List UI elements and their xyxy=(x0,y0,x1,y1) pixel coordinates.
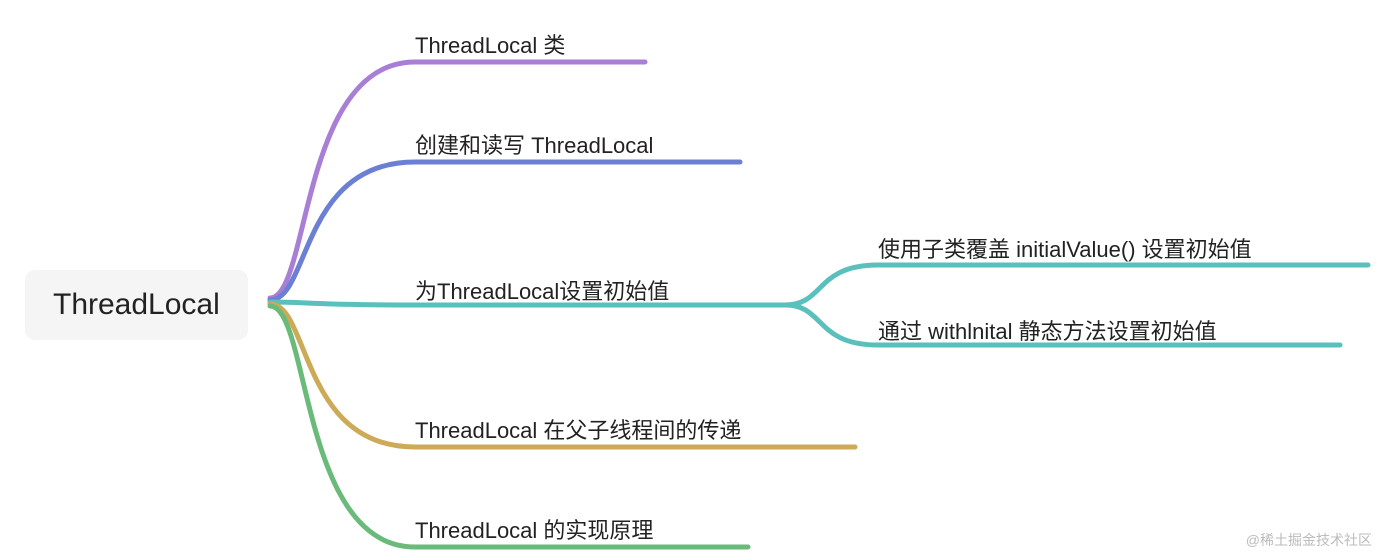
branch-child-label[interactable]: 通过 withlnital 静态方法设置初始值 xyxy=(878,314,1217,346)
branch-label[interactable]: ThreadLocal 的实现原理 xyxy=(415,513,653,545)
watermark: @稀土掘金技术社区 xyxy=(1246,530,1372,550)
root-node[interactable]: ThreadLocal xyxy=(25,270,248,340)
branch-label[interactable]: 创建和读写 ThreadLocal xyxy=(415,128,653,160)
branch-label[interactable]: 为ThreadLocal设置初始值 xyxy=(415,274,669,306)
mindmap-container: ThreadLocal ThreadLocal 类 创建和读写 ThreadLo… xyxy=(0,0,1392,560)
branch-label[interactable]: ThreadLocal 在父子线程间的传递 xyxy=(415,413,741,445)
branch-child-label[interactable]: 使用子类覆盖 initialValue() 设置初始值 xyxy=(878,232,1252,264)
branch-connector xyxy=(270,62,645,298)
branch-label[interactable]: ThreadLocal 类 xyxy=(415,28,565,60)
branch-child-connector xyxy=(785,265,1368,305)
